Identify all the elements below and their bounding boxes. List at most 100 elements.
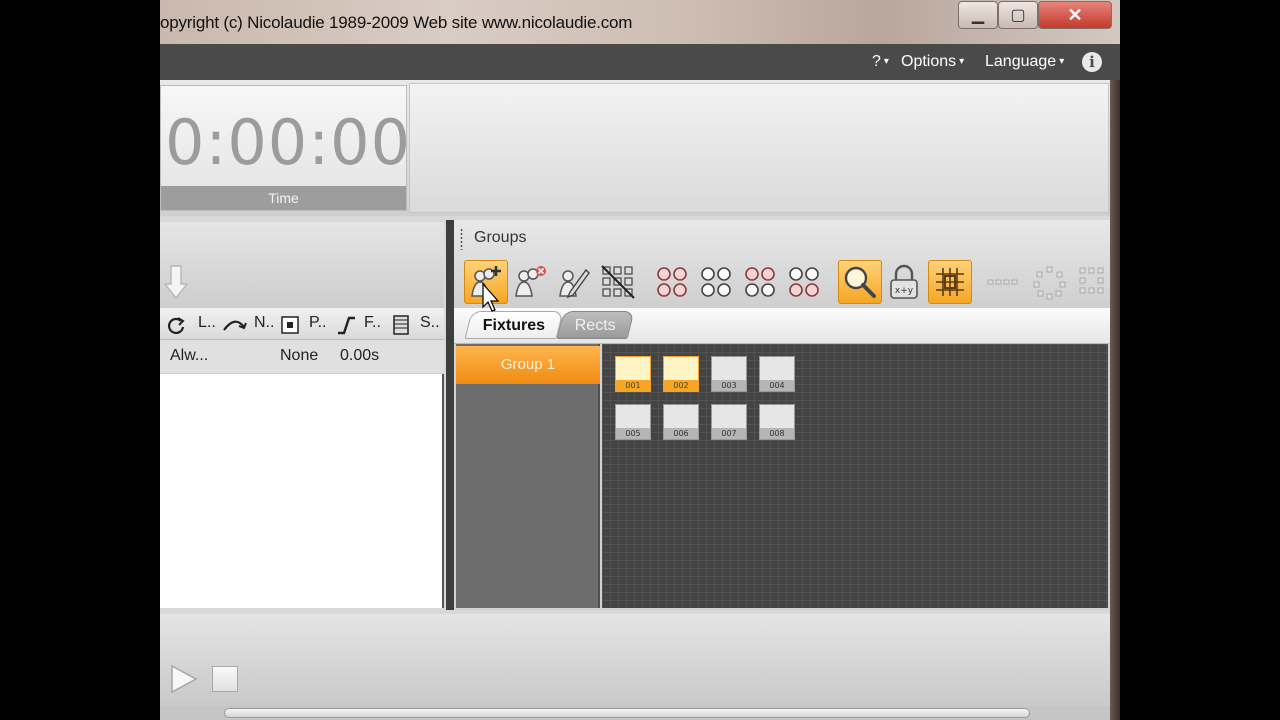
maximize-button[interactable]: ▢ [998,1,1038,29]
lock-xy-icon: x+y [890,264,918,299]
select-all-button[interactable] [596,260,640,304]
app-window: opyright (c) Nicolaudie 1989-2009 Web si… [160,0,1120,720]
ribbon-panel [409,83,1109,213]
line-arrangement-icon [987,279,1018,285]
time-value: 0:00:00 [165,106,412,179]
fixture-grid[interactable]: 001 002 003 004 005 006 007 008 [602,344,1108,608]
fixture-label: 002 [664,380,698,391]
time-caption: Time [161,186,406,210]
circle-arrangement-4-icon [789,267,819,297]
circle-arrangement-2-icon [701,267,731,297]
grid-snap-button[interactable] [928,260,972,304]
grip-icon[interactable] [460,228,463,250]
column-loop[interactable]: L.. [198,314,216,332]
fixture-tile[interactable]: 005 [615,404,651,440]
fixture-tile[interactable]: 002 [663,356,699,392]
minimize-button[interactable]: ▁ [958,1,998,29]
tab-rects[interactable]: Rects [556,311,635,339]
fixture-tile[interactable]: 004 [759,356,795,392]
window-title: opyright (c) Nicolaudie 1989-2009 Web si… [160,13,633,32]
maximize-icon: ▢ [1010,7,1026,24]
language-menu-label: Language [985,53,1057,70]
title-bar: opyright (c) Nicolaudie 1989-2009 Web si… [160,0,1120,44]
delete-group-button[interactable] [508,260,552,304]
circle-arrangement-4-button[interactable] [782,260,826,304]
cell-next: None [280,347,319,364]
chevron-down-icon: ▾ [959,56,965,67]
fixture-label: 006 [664,428,698,439]
chevron-down-icon: ▾ [883,56,889,67]
scrollbar-thumb[interactable] [224,708,1030,718]
fixture-label: 001 [616,380,650,391]
grid-snap-icon [936,268,964,296]
groups-panel: Groups x+y Fixtures Rects Group 1 001 00… [454,220,1110,610]
time-display: 0:00:00 Time [160,85,410,211]
groups-title: Groups [474,229,527,246]
next-icon [223,320,247,331]
steps-table-header: L.. N.. P.. F.. S.. [160,308,444,340]
help-menu[interactable]: ? ▾ [872,53,889,71]
steps-toolbar [160,222,444,308]
minimize-icon: ▁ [971,7,985,24]
close-icon: ✕ [1067,4,1083,25]
fixture-tile[interactable]: 006 [663,404,699,440]
close-button[interactable]: ✕ [1038,1,1112,29]
lock-xy-button[interactable]: x+y [882,260,926,304]
column-next[interactable]: N.. [254,314,274,332]
groups-header: Groups x+y [454,220,1110,308]
fade-icon [338,316,355,335]
column-port[interactable]: P.. [309,314,327,332]
fixture-label: 008 [760,428,794,439]
info-icon[interactable]: i [1082,52,1102,72]
fixture-tile[interactable]: 001 [615,356,651,392]
select-all-icon [601,265,635,299]
stop-button[interactable] [212,666,238,692]
chevron-down-icon: ▾ [1059,56,1065,67]
language-menu[interactable]: Language ▾ [985,53,1064,71]
circle-arrangement-button[interactable] [1028,260,1072,304]
options-menu[interactable]: Options ▾ [901,53,964,71]
circle-arrangement-2-button[interactable] [694,260,738,304]
fixture-label: 007 [712,428,746,439]
group-item[interactable]: Group 1 [456,346,600,384]
circle-arrangement-3-icon [745,267,775,297]
mouse-cursor-icon [482,283,500,312]
options-menu-label: Options [901,53,957,70]
tab-fixtures[interactable]: Fixtures [464,311,564,339]
play-button[interactable] [168,664,198,694]
rename-group-button[interactable] [552,260,596,304]
circle-arrangement-1-icon [657,267,687,297]
fixture-label: 005 [616,428,650,439]
fixture-label: 004 [760,380,794,391]
svg-text:x+y: x+y [895,286,914,296]
fixture-tile[interactable]: 007 [711,404,747,440]
loop-icon [168,317,185,334]
cell-loop: Alw... [170,347,209,364]
tab-rects-label: Rects [574,317,616,334]
rename-group-icon [559,268,590,299]
panel-splitter[interactable] [446,220,454,610]
circle-arrangement-1-button[interactable] [650,260,694,304]
fixture-tile[interactable]: 008 [759,404,795,440]
steps-panel: L.. N.. P.. F.. S.. Alw... None 0.00s [160,222,444,608]
circle-arrangement-icon [1033,266,1066,300]
transport-bar [160,614,1110,706]
cell-fade: 0.00s [340,347,380,364]
horizontal-scrollbar[interactable] [160,706,1110,720]
column-scene[interactable]: S.. [420,314,440,332]
table-row[interactable]: Alw... None 0.00s [160,340,444,374]
groups-tabs: Fixtures Rects [454,308,1110,344]
column-fade[interactable]: F.. [364,314,381,332]
fixture-label: 003 [712,380,746,391]
grid-arrangement-icon [1079,267,1104,294]
circle-arrangement-3-button[interactable] [738,260,782,304]
tab-fixtures-label: Fixtures [482,317,546,334]
move-down-icon[interactable] [164,264,188,300]
scene-icon [393,315,409,335]
port-icon [281,316,299,334]
help-menu-label: ? [872,53,881,70]
fixture-tile[interactable]: 003 [711,356,747,392]
group-list: Group 1 [456,344,600,608]
zoom-button[interactable] [838,260,882,304]
line-arrangement-button[interactable] [982,260,1026,304]
